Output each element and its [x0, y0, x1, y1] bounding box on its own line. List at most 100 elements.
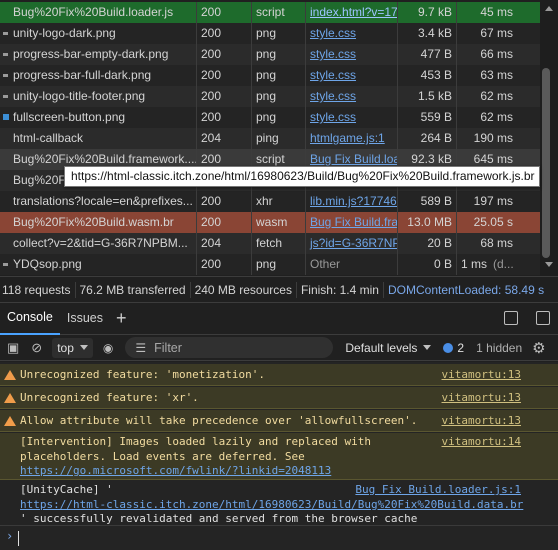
- console-input-caret[interactable]: [18, 531, 19, 546]
- sidebar-toggle-icon[interactable]: ▣: [7, 340, 19, 356]
- file-type-icon: [3, 74, 8, 77]
- context-label: top: [57, 340, 74, 355]
- request-time: 63 ms: [480, 68, 513, 82]
- issue-icon: [443, 342, 454, 353]
- source-link[interactable]: vitamortu:14: [442, 435, 521, 450]
- console-warning: Unrecognized feature: 'monetization'. vi…: [0, 364, 558, 386]
- file-type-icon: [3, 32, 8, 35]
- source-link[interactable]: vitamortu:13: [442, 364, 521, 386]
- request-initiator-link[interactable]: style.css: [310, 89, 356, 103]
- request-name: Bug%20Fix%20Build.wasm.br: [0, 212, 197, 233]
- filter-input[interactable]: [154, 340, 315, 355]
- request-type: xhr: [252, 191, 306, 212]
- console-log: [UnityCache] ' https://html-classic.itch…: [0, 481, 558, 526]
- request-type: fetch: [252, 233, 306, 254]
- intervention-link[interactable]: https://go.microsoft.com/fwlink/?linkid=…: [20, 464, 331, 477]
- request-time: 45 ms: [480, 5, 513, 19]
- request-type: png: [252, 107, 306, 128]
- table-row[interactable]: unity-logo-dark.png 200 png style.css 3.…: [0, 23, 540, 44]
- request-type: script: [252, 2, 306, 23]
- request-initiator-link[interactable]: lib.min.js?177464: [310, 194, 397, 208]
- request-initiator-link[interactable]: js?id=G-36R7NP: [310, 236, 397, 250]
- table-row[interactable]: translations?locale=en&prefixes... 200 x…: [0, 191, 540, 212]
- filter-icon: ☰: [135, 340, 147, 355]
- request-type: ping: [252, 128, 306, 149]
- table-row[interactable]: Bug%20Fix%20Build.loader.js 200 script i…: [0, 2, 540, 23]
- table-row[interactable]: unity-logo-title-footer.png 200 png styl…: [0, 86, 540, 107]
- request-status: 204: [197, 233, 252, 254]
- source-link[interactable]: vitamortu:13: [442, 410, 521, 432]
- warning-text: Allow attribute will take precedence ove…: [20, 414, 418, 427]
- live-expression-eye-icon[interactable]: ◉: [103, 341, 113, 355]
- request-size: 0 B: [398, 254, 457, 275]
- request-name: translations?locale=en&prefixes...: [0, 191, 197, 212]
- request-status: 200: [197, 65, 252, 86]
- request-initiator-link[interactable]: style.css: [310, 47, 356, 61]
- request-status: 200: [197, 86, 252, 107]
- table-row[interactable]: fullscreen-button.png 200 png style.css …: [0, 107, 540, 128]
- request-time: 66 ms: [480, 47, 513, 61]
- chevron-down-icon: [79, 345, 88, 350]
- log-link[interactable]: https://html-classic.itch.zone/html/1698…: [20, 498, 523, 511]
- log-levels-dropdown[interactable]: Default levels: [345, 341, 432, 355]
- clear-console-icon[interactable]: ⊘: [31, 340, 42, 356]
- tab-issues[interactable]: Issues: [60, 302, 110, 335]
- request-name: YDQsop.png: [13, 257, 82, 271]
- request-type: png: [252, 254, 306, 275]
- resources-size: 240 MB resources: [191, 281, 297, 298]
- console-toolbar: ▣ ⊘ top ◉ ☰ Default levels 2 1 hidden ⚙: [0, 335, 558, 361]
- source-link[interactable]: Bug Fix Build.loader.js:1: [355, 483, 521, 498]
- console-warning: Allow attribute will take precedence ove…: [0, 410, 558, 432]
- request-initiator-link[interactable]: Bug Fix Build.fra: [310, 215, 397, 229]
- gear-icon[interactable]: ⚙: [532, 339, 545, 357]
- request-size: 589 B: [398, 191, 457, 212]
- request-type: png: [252, 65, 306, 86]
- request-name: collect?v=2&tid=G-36R7NPBM...: [0, 233, 197, 254]
- request-status: 204: [197, 128, 252, 149]
- request-status: 200: [197, 44, 252, 65]
- scroll-down-icon[interactable]: [545, 262, 553, 267]
- table-row[interactable]: html-callback 204 ping htmlgame.js:1 264…: [0, 128, 540, 149]
- table-row[interactable]: collect?v=2&tid=G-36R7NPBM... 204 fetch …: [0, 233, 540, 254]
- table-row[interactable]: progress-bar-full-dark.png 200 png style…: [0, 65, 540, 86]
- table-row[interactable]: YDQsop.png 200 png Other 0 B 1 ms (d...: [0, 254, 540, 275]
- request-initiator-link[interactable]: style.css: [310, 26, 356, 40]
- scroll-up-icon[interactable]: [545, 6, 553, 11]
- table-row[interactable]: progress-bar-empty-dark.png 200 png styl…: [0, 44, 540, 65]
- issues-badge[interactable]: 2: [443, 341, 464, 355]
- dock-icon[interactable]: [504, 311, 518, 325]
- table-row[interactable]: Bug%20Fix%20Build.wasm.br 200 wasm Bug F…: [0, 212, 540, 233]
- request-size: 1.5 kB: [398, 86, 457, 107]
- request-size: 477 B: [398, 44, 457, 65]
- request-time: 67 ms: [480, 26, 513, 40]
- network-summary-bar: 118 requests 76.2 MB transferred 240 MB …: [0, 276, 558, 302]
- request-initiator-link[interactable]: index.html?v=17: [310, 5, 397, 19]
- request-time: 68 ms: [480, 236, 513, 250]
- scrollbar-thumb[interactable]: [542, 68, 550, 258]
- tab-console[interactable]: Console: [0, 302, 60, 335]
- filter-field[interactable]: ☰: [125, 337, 334, 358]
- warning-text: Unrecognized feature: 'monetization'.: [20, 368, 266, 381]
- request-time: 197 ms: [473, 194, 513, 208]
- request-initiator-link[interactable]: Bug Fix Build.loa: [310, 152, 397, 166]
- request-type: png: [252, 44, 306, 65]
- request-time: 190 ms: [473, 131, 513, 145]
- console-intervention: [Intervention] Images loaded lazily and …: [0, 433, 558, 480]
- file-type-icon: [3, 53, 8, 56]
- hidden-count: 1 hidden: [476, 340, 523, 355]
- request-size: 559 B: [398, 107, 457, 128]
- source-link[interactable]: vitamortu:13: [442, 387, 521, 409]
- request-name: progress-bar-full-dark.png: [13, 68, 152, 82]
- request-size: 13.0 MB: [398, 212, 457, 233]
- request-initiator-link[interactable]: style.css: [310, 68, 356, 82]
- add-tab-icon[interactable]: +: [110, 302, 133, 335]
- request-initiator-link[interactable]: style.css: [310, 110, 356, 124]
- warning-icon: [4, 416, 16, 426]
- context-selector[interactable]: top: [52, 337, 93, 358]
- request-status: 200: [197, 254, 252, 275]
- request-initiator-link[interactable]: htmlgame.js:1: [310, 131, 385, 145]
- request-time: 62 ms: [480, 110, 513, 124]
- console-messages: Unrecognized feature: 'monetization'. vi…: [0, 362, 558, 550]
- request-name: unity-logo-dark.png: [13, 26, 116, 40]
- close-drawer-icon[interactable]: [536, 311, 550, 325]
